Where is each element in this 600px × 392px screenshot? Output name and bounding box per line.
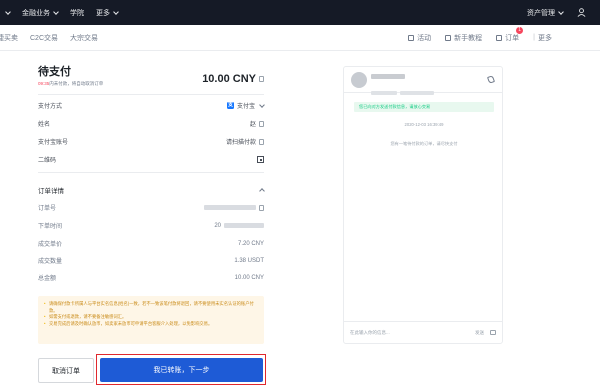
chat-header	[344, 67, 502, 95]
payment-method-row: 支付方式 支 支付宝	[38, 101, 265, 110]
order-number-redacted	[204, 205, 256, 210]
more-link[interactable]: | 更多	[533, 33, 552, 43]
order-time-redacted	[224, 223, 264, 228]
image-upload-icon[interactable]	[490, 330, 496, 335]
chat-info-text: 您已向对方发送付款信息，请放心交易	[359, 104, 431, 109]
nav-item-label: 更多	[96, 9, 110, 17]
chevron-down-icon	[53, 8, 59, 15]
copy-icon[interactable]	[259, 138, 264, 145]
divider	[38, 172, 264, 173]
order-details-title: 订单详情	[38, 188, 64, 195]
tab-c2c[interactable]: C2C交易	[30, 33, 58, 43]
nav-menu-academy[interactable]: 学院	[70, 8, 84, 18]
merchant-info-redacted	[371, 82, 441, 95]
payment-method-label: 支付方式	[38, 104, 63, 110]
order-number-row: 订单号	[38, 203, 264, 212]
activity-icon	[408, 34, 415, 41]
orders-link[interactable]: 订单 1	[496, 26, 524, 43]
top-nav: 金融业务 学院 更多 资产管理	[0, 0, 600, 25]
warning-notice: 请确保付款卡所属人与平台实名信息(姓名)一致，若不一致该笔付款将退回，请不要使用…	[38, 296, 264, 344]
countdown-desc: 内未付款，将自动取消订单	[49, 81, 104, 86]
tab-block-trade[interactable]: 大宗交易	[70, 33, 98, 43]
nav-item-label: 学院	[70, 9, 84, 17]
countdown-time: 09:35	[38, 81, 50, 86]
sub-nav: 快捷买卖 C2C交易 大宗交易 活动 新手教程 订单 1 | 更多	[0, 25, 600, 51]
quantity-row: 成交数量 1.38 USDT	[38, 256, 264, 266]
payee-name-value: 赵	[249, 122, 256, 128]
activity-link[interactable]: 活动	[408, 33, 431, 43]
user-icon[interactable]	[577, 8, 586, 17]
quantity-label: 成交数量	[38, 259, 63, 265]
divider: |	[533, 34, 535, 41]
chat-system-message: 您有一笔待付款的订单，请尽快支付	[390, 141, 458, 146]
tab-quick-trade[interactable]: 快捷买卖	[0, 33, 18, 43]
payment-method-select[interactable]: 支 支付宝	[226, 101, 265, 110]
notice-line: 交易完成后请及时确认放币，如卖家未放币可申请平台客服介入处理，以免影响交易。	[44, 321, 258, 328]
orders-badge: 1	[516, 26, 524, 34]
merchant-name-redacted	[371, 74, 405, 79]
more-label: 更多	[538, 34, 552, 42]
confirm-transfer-button[interactable]: 我已转账，下一步	[100, 358, 263, 382]
order-panel: 待支付 09:35内未付款，将自动取消订单 10.00 CNY	[38, 63, 264, 95]
activity-label: 活动	[417, 34, 432, 42]
chat-panel: 您已向对方发送付款信息，请放心交易 2020-12-03 16:39:49 您有…	[343, 66, 503, 344]
nav-item-label: 金融业务	[22, 9, 50, 17]
order-details-header[interactable]: 订单详情	[38, 185, 265, 195]
chat-input[interactable]: 在此输入你的信息...	[350, 330, 390, 336]
nav-item-label: 资产管理	[527, 9, 555, 17]
chat-info-bar: 您已向对方发送付款信息，请放心交易	[354, 102, 494, 112]
tutorial-label: 新手教程	[454, 34, 483, 42]
chevron-up-icon	[259, 188, 265, 194]
orders-label: 订单	[505, 34, 520, 42]
order-time-label: 下单时间	[38, 224, 63, 230]
price-row: 成交单价 7.20 CNY	[38, 239, 264, 249]
send-button[interactable]: 发送	[475, 330, 484, 336]
notice-line: 如需支付或退款，请不要备注敏感词汇。	[44, 314, 258, 321]
quantity-value: 1.38 USDT	[234, 257, 264, 264]
copy-icon[interactable]	[259, 204, 264, 211]
tutorial-icon	[445, 34, 452, 41]
total-row: 总金额 10.00 CNY	[38, 273, 264, 283]
chevron-down-icon	[259, 101, 265, 108]
price-value: 7.20 CNY	[237, 240, 264, 247]
avatar	[351, 72, 367, 88]
tutorial-link[interactable]: 新手教程	[445, 33, 482, 43]
price-label: 成交单价	[38, 242, 63, 248]
total-label: 总金额	[38, 276, 57, 282]
chat-input-bar: 在此输入你的信息... 发送	[344, 321, 502, 343]
payee-name-row: 姓名 赵	[38, 119, 264, 128]
order-amount: 10.00 CNY	[202, 73, 264, 85]
qr-row: 二维码	[38, 155, 264, 164]
order-time-row: 下单时间 20	[38, 221, 264, 230]
qr-label: 二维码	[38, 158, 57, 164]
payee-name-label: 姓名	[38, 122, 51, 128]
account-value: 请扫描付款	[225, 140, 256, 146]
nav-menu-more[interactable]: 更多	[96, 8, 119, 18]
order-number-label: 订单号	[38, 206, 57, 212]
account-row: 支付宝账号 请扫描付款	[38, 137, 264, 146]
chat-timestamp: 2020-12-03 16:39:49	[404, 122, 444, 127]
qr-code-icon[interactable]	[257, 156, 264, 163]
payment-method-value: 支付宝	[236, 104, 255, 110]
account-label: 支付宝账号	[38, 140, 69, 146]
order-time-value: 20	[214, 222, 221, 229]
chevron-down-icon	[113, 8, 119, 15]
copy-icon[interactable]	[259, 76, 264, 82]
divider	[38, 94, 264, 95]
orders-icon	[496, 34, 503, 41]
chevron-down-icon	[558, 8, 564, 15]
copy-icon[interactable]	[259, 120, 264, 127]
nav-asset-management[interactable]: 资产管理	[527, 8, 564, 18]
amount-value: 10.00 CNY	[202, 73, 256, 85]
notice-line: 请确保付款卡所属人与平台实名信息(姓名)一致，若不一致该笔付款将退回，请不要使用…	[44, 301, 258, 314]
alipay-icon: 支	[226, 102, 234, 109]
total-value: 10.00 CNY	[234, 274, 264, 281]
phone-icon[interactable]	[486, 75, 496, 84]
cancel-order-button[interactable]: 取消订单	[38, 358, 94, 383]
nav-menu-finance[interactable]: 金融业务	[4, 8, 59, 18]
chevron-down-icon	[5, 8, 11, 15]
